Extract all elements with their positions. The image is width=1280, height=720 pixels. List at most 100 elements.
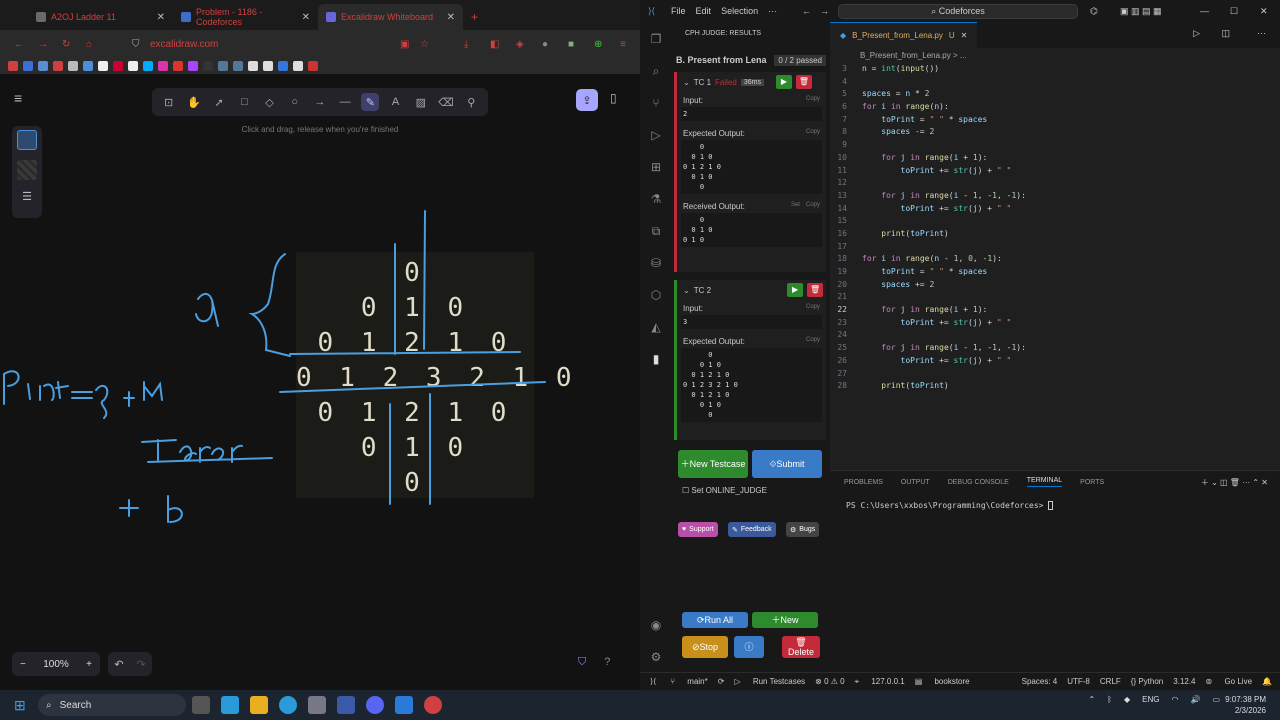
run-tc1-button[interactable]: ▶ bbox=[775, 75, 792, 89]
database-icon[interactable]: ⛁ bbox=[648, 256, 664, 272]
app-icon[interactable] bbox=[337, 696, 355, 714]
zoom-out-button[interactable]: − bbox=[20, 659, 26, 670]
code-line[interactable]: 8 spaces -= 2 bbox=[830, 127, 1280, 140]
bookmark-icon[interactable] bbox=[38, 61, 48, 71]
sync-icon[interactable]: ⟳ bbox=[718, 677, 725, 686]
code-line[interactable]: 17 bbox=[830, 242, 1280, 255]
file-explorer-icon[interactable] bbox=[250, 696, 268, 714]
code-line[interactable]: 7 toPrint = " " * spaces bbox=[830, 115, 1280, 128]
browser-tab-excalidraw[interactable]: Excalidraw Whiteboard ✕ bbox=[318, 4, 463, 30]
excalidraw-canvas[interactable]: ≡ ⊡ ✋ ➚ □ ◇ ○ → — ✎ A ▨ ⌫ ⚲ Click and dr… bbox=[0, 74, 640, 690]
language-indicator[interactable]: ENG bbox=[1142, 695, 1159, 704]
breadcrumb[interactable]: B_Present_from_Lena.py > ... bbox=[830, 48, 1280, 62]
github-icon[interactable] bbox=[203, 61, 213, 71]
panel-tab-output[interactable]: OUTPUT bbox=[901, 479, 930, 486]
source-control-icon[interactable]: ⑂ bbox=[648, 96, 664, 112]
new-button[interactable]: ＋ New bbox=[752, 612, 818, 628]
run-tc2-button[interactable]: ▶ bbox=[787, 283, 804, 297]
code-line[interactable]: 27 bbox=[830, 369, 1280, 382]
more-actions-icon[interactable]: ··· bbox=[1257, 28, 1266, 38]
tc2-expected-output[interactable]: 0 0 1 0 0 1 2 1 0 0 1 2 3 2 1 0 0 1 2 1 … bbox=[681, 348, 822, 422]
code-line[interactable]: 13 for j in range(i - 1, -1, -1): bbox=[830, 191, 1280, 204]
download-icon[interactable]: ⤓ bbox=[464, 39, 468, 50]
menu-more[interactable]: ··· bbox=[768, 6, 777, 16]
code-line[interactable]: 4 bbox=[830, 77, 1280, 90]
bookmark-icon[interactable] bbox=[128, 61, 138, 71]
stop-button[interactable]: ⊘ Stop bbox=[682, 636, 728, 658]
bookmark-icon[interactable] bbox=[233, 61, 243, 71]
code-line[interactable]: 6 for i in range(n): bbox=[830, 102, 1280, 115]
bookmark-icon[interactable] bbox=[23, 61, 33, 71]
code-line[interactable]: 18 for i in range(n - 1, 0, -1): bbox=[830, 254, 1280, 267]
bookmark-icon[interactable] bbox=[188, 61, 198, 71]
redo-icon[interactable]: ↷ bbox=[136, 658, 145, 671]
bookmark-icon[interactable] bbox=[83, 61, 93, 71]
minimize-icon[interactable]: — bbox=[1200, 6, 1209, 16]
chevron-up-icon[interactable]: ⌃ bbox=[1088, 695, 1095, 704]
shield-check-icon[interactable]: ⛉ bbox=[578, 656, 586, 669]
code-line[interactable]: 12 bbox=[830, 178, 1280, 191]
remote-icon[interactable]: ⟩⟨ bbox=[650, 677, 656, 686]
extension2-icon[interactable]: ● bbox=[542, 39, 548, 50]
code-line[interactable]: 5 spaces = n * 2 bbox=[830, 89, 1280, 102]
zoom-level[interactable]: 100% bbox=[43, 659, 69, 670]
panel-tab-ports[interactable]: PORTS bbox=[1080, 479, 1104, 486]
delete-tc2-button[interactable]: 🗑 bbox=[807, 283, 824, 297]
discord-icon[interactable] bbox=[366, 696, 384, 714]
freehand-drawing[interactable] bbox=[0, 74, 640, 690]
url-field[interactable]: excalidraw.com bbox=[150, 39, 218, 50]
browser-taskbar-icon[interactable] bbox=[424, 696, 442, 714]
go-live[interactable]: ⊚ Go Live bbox=[1206, 677, 1253, 686]
browser-tab-codeforces[interactable]: Problem - 1186 - Codeforces ✕ bbox=[173, 4, 318, 30]
bookmark-icon[interactable] bbox=[173, 61, 183, 71]
battery-icon[interactable]: ▭ bbox=[1212, 695, 1220, 704]
panel-actions[interactable]: ＋ ⌄ ◫ 🗑 ··· ⌃ ✕ bbox=[1201, 477, 1268, 488]
code-line[interactable]: 9 bbox=[830, 140, 1280, 153]
bookmark-icon[interactable] bbox=[308, 61, 318, 71]
search-icon[interactable]: ⌕ bbox=[648, 64, 664, 80]
edge-icon[interactable] bbox=[279, 696, 297, 714]
code-line[interactable]: 28 print(toPrint) bbox=[830, 381, 1280, 394]
new-testcase-button[interactable]: ＋ New Testcase bbox=[678, 450, 748, 478]
bookmark-icon[interactable] bbox=[8, 61, 18, 71]
menu-edit[interactable]: Edit bbox=[696, 6, 712, 16]
menu-file[interactable]: File bbox=[671, 6, 686, 16]
server[interactable]: ⌖ 127.0.0.1 bbox=[855, 677, 905, 687]
run-file-icon[interactable]: ▷ bbox=[1193, 28, 1200, 39]
run-all-button[interactable]: ⟳ Run All bbox=[682, 612, 748, 628]
pocket-icon[interactable]: ◧ bbox=[490, 39, 499, 50]
browser-tab-a2oj[interactable]: A2OJ Ladder 11 ✕ bbox=[28, 4, 173, 30]
code-line[interactable]: 22 for j in range(i + 1): bbox=[830, 305, 1280, 318]
task-view-icon[interactable] bbox=[192, 696, 210, 714]
code-line[interactable]: 24 bbox=[830, 330, 1280, 343]
chevron-down-icon[interactable]: ⌄ bbox=[683, 78, 690, 87]
code-line[interactable]: 26 toPrint += str(j) + " " bbox=[830, 356, 1280, 369]
code-lines[interactable]: 3 n = int(input()) 4 5 spaces = n * 2 6 for i … bbox=[830, 64, 1280, 394]
maximize-icon[interactable]: ☐ bbox=[1230, 6, 1238, 17]
youtube-icon[interactable] bbox=[113, 61, 123, 71]
editor-tab-file[interactable]: ◆ B_Present_from_Lena.py U ✕ bbox=[830, 22, 978, 48]
set-button[interactable]: Set bbox=[791, 202, 800, 208]
terminal[interactable]: PS C:\Users\xxbos\Programming\Codeforces… bbox=[830, 493, 1280, 510]
bluetooth-icon[interactable]: ᛒ bbox=[1107, 695, 1112, 704]
bugs-button[interactable]: ⚙ Bugs bbox=[786, 522, 820, 537]
code-line[interactable]: 19 toPrint = " " * spaces bbox=[830, 267, 1280, 280]
bookstore[interactable]: ▤ bookstore bbox=[915, 677, 970, 686]
settings-app-icon[interactable] bbox=[308, 696, 326, 714]
forward-icon[interactable]: → bbox=[38, 39, 48, 50]
back-arrow-icon[interactable]: ← bbox=[802, 6, 811, 16]
remote-icon[interactable]: ⧉ bbox=[648, 224, 664, 240]
panel-tab-debug-console[interactable]: DEBUG CONSOLE bbox=[948, 479, 1009, 486]
feedback-button[interactable]: ✎ Feedback bbox=[728, 522, 776, 537]
run-debug-icon[interactable]: ▷ bbox=[648, 128, 664, 144]
wifi-icon[interactable]: ◠ bbox=[1171, 695, 1178, 704]
menu-selection[interactable]: Selection bbox=[721, 6, 758, 16]
copy-button[interactable]: Copy bbox=[806, 129, 820, 135]
google-icon[interactable] bbox=[98, 61, 108, 71]
extensions-icon[interactable]: ⊞ bbox=[648, 160, 664, 176]
extension-icon[interactable]: ▣ bbox=[400, 39, 409, 50]
encoding[interactable]: UTF-8 bbox=[1067, 677, 1090, 686]
close-tab-icon[interactable]: ✕ bbox=[302, 12, 310, 23]
bookmark-icon[interactable] bbox=[68, 61, 78, 71]
copy-button[interactable]: Copy bbox=[806, 304, 820, 310]
